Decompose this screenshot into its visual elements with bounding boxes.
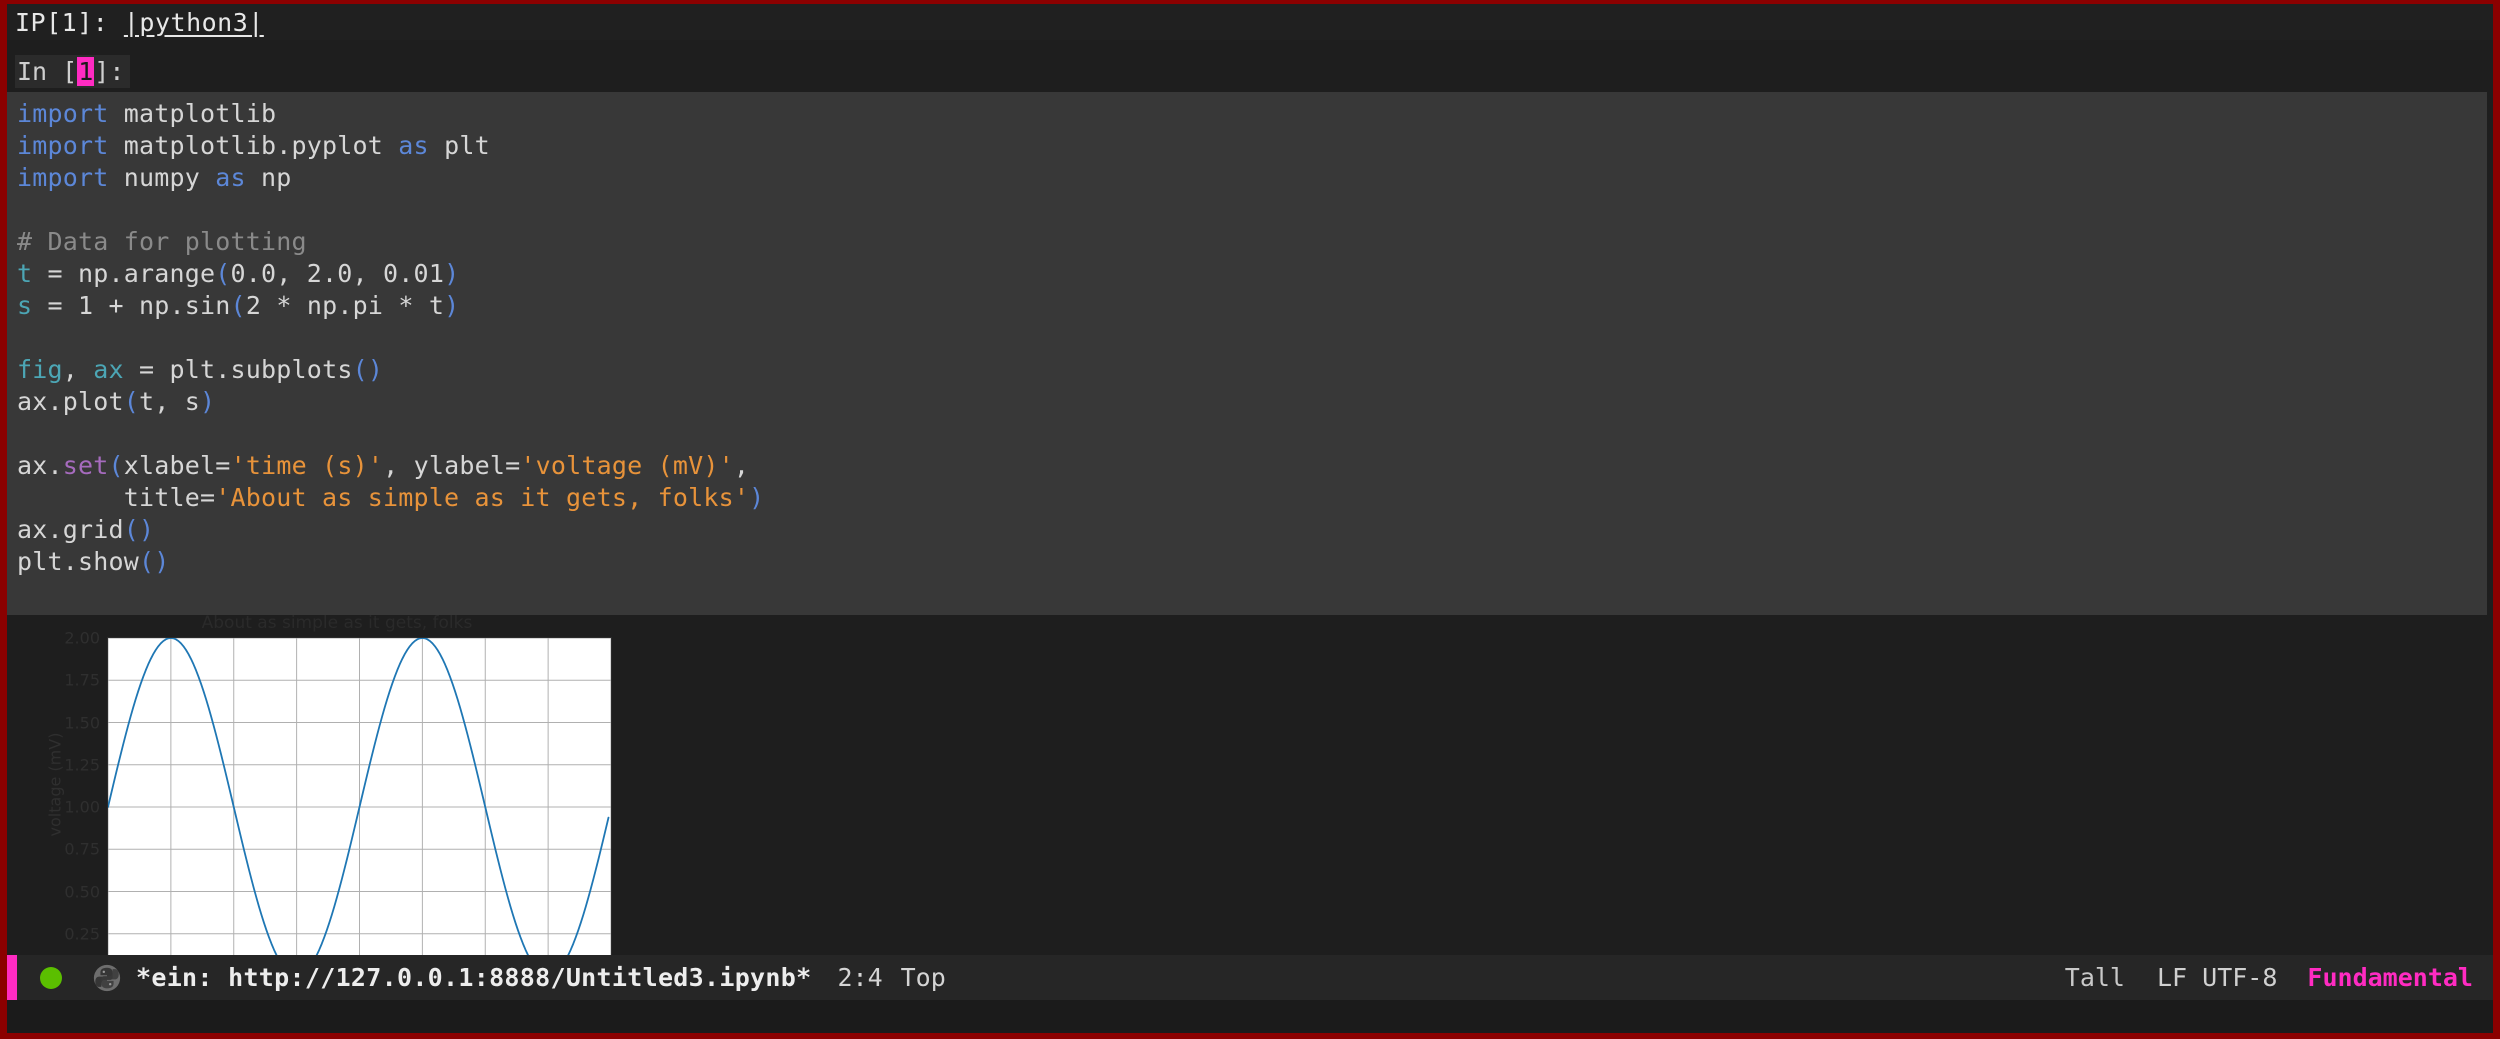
code-token: s: [17, 291, 33, 320]
y-axis-tick-label: 1.25: [64, 755, 100, 775]
code-line[interactable]: ax.set(xlabel='time (s)', ylabel='voltag…: [17, 450, 2487, 482]
code-token: (: [215, 259, 231, 288]
y-axis-tick-label: 1.00: [64, 797, 100, 817]
code-line[interactable]: import matplotlib.pyplot as plt: [17, 130, 2487, 162]
code-token: 0.0, 2.0, 0.01: [230, 259, 445, 288]
code-token: ax.grid: [17, 515, 124, 544]
code-token: ,: [62, 355, 94, 384]
mode-line-major-mode[interactable]: Fundamental: [2307, 963, 2473, 992]
code-token: 2 * np.pi * t: [245, 291, 445, 320]
mode-line-buffer-name[interactable]: *ein: http://127.0.0.1:8888/Untitled3.ip…: [136, 963, 811, 992]
notebook-buffer[interactable]: In [1]: import matplotlib import matplotl…: [7, 40, 2493, 1033]
code-token: = np.arange: [32, 259, 216, 288]
cell-prompt-text: In [1]:: [15, 54, 131, 88]
code-token: np: [245, 163, 292, 192]
cell-prompt-suffix: ]:: [94, 56, 125, 86]
code-token: 'time (s)': [230, 451, 384, 480]
code-token: as: [215, 163, 246, 192]
code-token: plt: [428, 131, 490, 160]
matplotlib-figure: About as simple as it gets, folks voltag…: [17, 615, 657, 1003]
mode-line-accent-edge: [7, 955, 17, 1000]
code-token: (: [230, 291, 246, 320]
y-axis-tick-label: 2.00: [64, 628, 100, 648]
code-token: fig: [17, 355, 63, 384]
chart-ylabel: voltage (mV): [45, 732, 65, 837]
code-line[interactable]: t = np.arange(0.0, 2.0, 0.01): [17, 258, 2487, 290]
emacs-frame: IP[1]: |python3| In [1]: import matplotl…: [0, 0, 2500, 1039]
code-token: ,: [733, 451, 750, 480]
code-token: t: [17, 259, 33, 288]
code-token: numpy: [108, 163, 216, 192]
code-token: matplotlib: [108, 99, 277, 128]
mode-line-scroll-position: Top: [900, 963, 946, 992]
mode-line-cursor-position: 2:4: [837, 963, 883, 992]
cell-input-prompt[interactable]: In [1]:: [7, 54, 131, 88]
cell-output-area: About as simple as it gets, folks voltag…: [7, 615, 2493, 1003]
code-token: ): [444, 259, 460, 288]
kernel-status-indicator[interactable]: [40, 966, 62, 989]
code-token: import: [17, 163, 109, 192]
code-token: ): [444, 291, 460, 320]
code-token: 'About as simple as it gets, folks': [215, 483, 750, 512]
code-token: t, s: [139, 387, 201, 416]
code-token: = plt.subplots: [123, 355, 353, 384]
code-line[interactable]: plt.show(): [17, 546, 2487, 578]
code-token: ): [200, 387, 216, 416]
code-line[interactable]: import numpy as np: [17, 162, 2487, 194]
code-token: import: [17, 131, 109, 160]
code-line[interactable]: s = 1 + np.sin(2 * np.pi * t): [17, 290, 2487, 322]
code-token: import: [17, 99, 109, 128]
code-token: matplotlib.pyplot: [108, 131, 399, 160]
code-token: ax: [93, 355, 124, 384]
code-token: # Data for plotting: [17, 227, 307, 256]
code-line[interactable]: [17, 322, 2487, 354]
code-line[interactable]: title='About as simple as it gets, folks…: [17, 482, 2487, 514]
sine-wave-plot: [108, 638, 612, 976]
chart-plot-area: 0.000.250.500.751.001.251.501.752.000.00…: [64, 629, 628, 1003]
python-logo-icon: [93, 964, 121, 991]
code-token: ): [749, 483, 765, 512]
kernel-name-field[interactable]: |python3|: [124, 8, 264, 37]
code-token: (: [123, 387, 140, 416]
code-line[interactable]: ax.plot(t, s): [17, 386, 2487, 418]
code-token: plt.show: [17, 547, 140, 576]
code-line[interactable]: [17, 194, 2487, 226]
y-axis-tick-label: 0.50: [64, 882, 100, 901]
code-token: = 1 + np.sin: [32, 291, 231, 320]
code-token: as: [398, 131, 429, 160]
y-axis-tick-label: 0.75: [64, 839, 100, 859]
minibuffer[interactable]: [7, 1000, 2493, 1033]
code-token: (): [352, 355, 384, 384]
y-axis-tick-label: 1.75: [64, 670, 100, 690]
code-input-cell[interactable]: import matplotlib import matplotlib.pyplo…: [7, 92, 2487, 615]
code-token: xlabel=: [123, 451, 231, 480]
code-token: ax.: [17, 451, 63, 480]
code-line[interactable]: [17, 418, 2487, 450]
y-axis-tick-label: 1.50: [64, 713, 100, 732]
code-token: (): [123, 515, 155, 544]
code-token: 'voltage (mV)': [520, 451, 734, 480]
kernel-prompt-label: IP[1]:: [15, 7, 124, 37]
code-token: (: [108, 451, 124, 480]
mode-line: *ein: http://127.0.0.1:8888/Untitled3.ip…: [7, 955, 2493, 1000]
code-token: (): [139, 547, 170, 576]
code-token: ax.plot: [17, 387, 124, 416]
code-line[interactable]: # Data for plotting: [17, 226, 2487, 258]
chart-title: About as simple as it gets, folks: [201, 615, 473, 633]
y-axis-tick-label: 0.25: [64, 924, 100, 944]
code-line[interactable]: ax.grid(): [17, 514, 2487, 546]
code-token: , ylabel=: [383, 451, 521, 480]
code-token: title=: [17, 483, 216, 512]
code-token: set: [62, 451, 109, 480]
code-line[interactable]: fig, ax = plt.subplots(): [17, 354, 2487, 386]
mode-line-window-label: Tall: [2064, 963, 2125, 992]
mode-line-coding-system[interactable]: LF UTF-8: [2157, 963, 2277, 992]
notebook-header-bar: IP[1]: |python3|: [7, 4, 2493, 40]
cell-execution-count: 1: [77, 56, 95, 86]
cell-prompt-prefix: In [: [17, 56, 78, 86]
code-line[interactable]: import matplotlib: [17, 98, 2487, 130]
